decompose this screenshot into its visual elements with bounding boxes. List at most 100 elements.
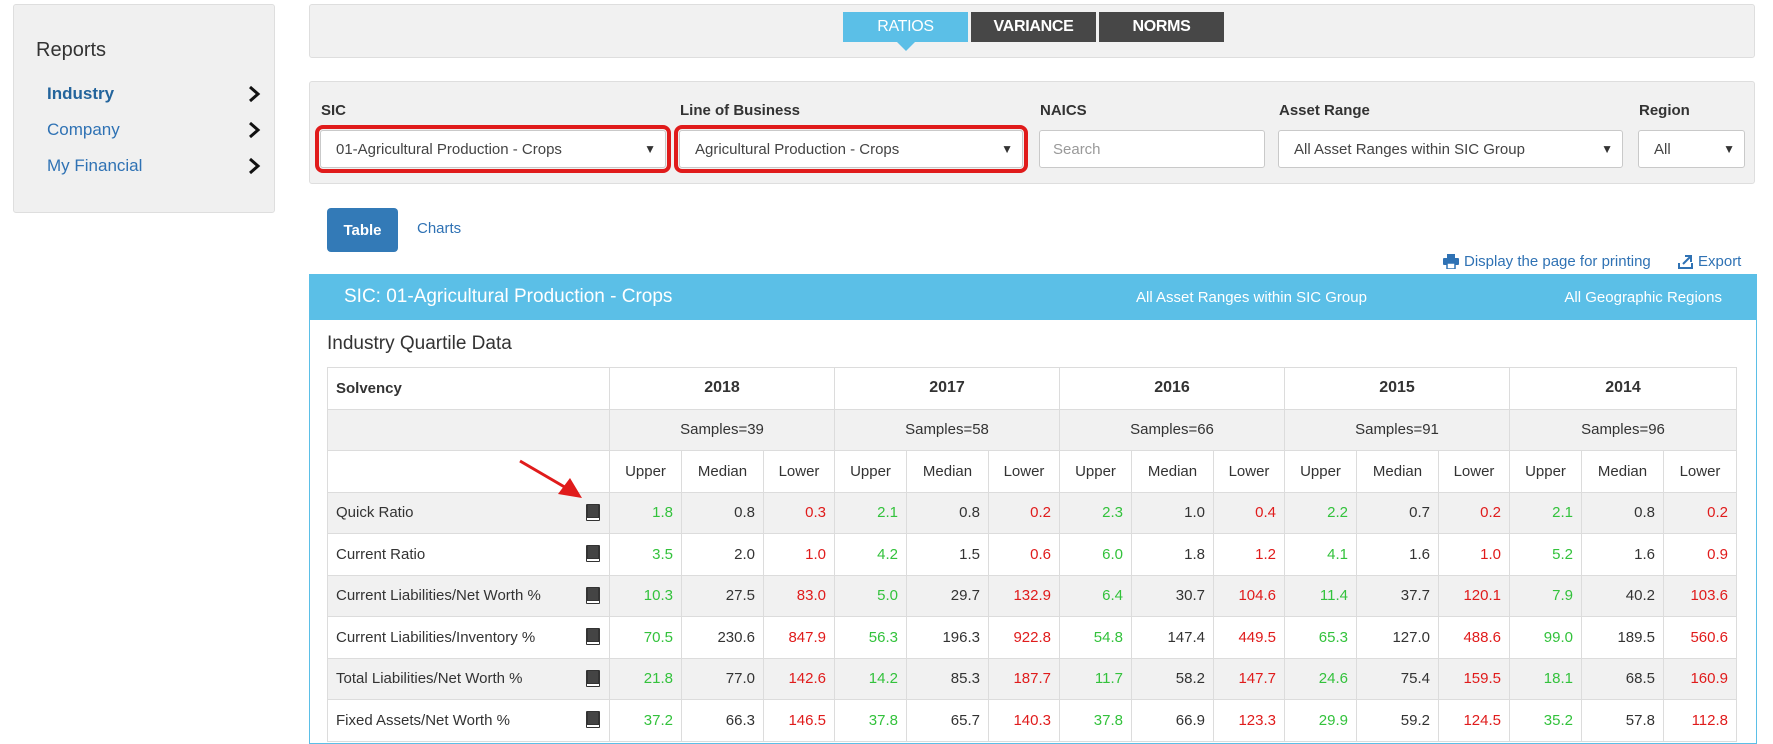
quartile-header: Upper [834,450,907,493]
row-label: Current Ratio [336,545,426,563]
tab-norms[interactable]: NORMS [1099,12,1224,42]
median-value: 1.6 [1356,533,1439,576]
table-row: Current Ratio 3.5 2.0 1.0 4.2 1.5 0.6 6.0 1.8 1.2… [327,533,1737,576]
lower-value: 142.6 [763,657,835,700]
sidebar-item-label: Industry [47,84,115,103]
row-label-cell: Current Liabilities/Net Worth % [327,574,610,617]
lower-value: 103.6 [1663,574,1737,617]
sidebar-item-industry[interactable]: Industry [47,81,262,107]
report-asset-range: All Asset Ranges within SIC Group [1136,289,1367,306]
upper-value: 4.1 [1284,533,1357,576]
reports-sidebar: Reports Industry Company My Financial [13,4,275,213]
median-value: 75.4 [1356,657,1439,700]
median-value: 1.0 [1131,491,1214,534]
book-icon[interactable] [586,669,600,687]
upper-value: 11.7 [1059,657,1132,700]
naics-search-field[interactable] [1039,130,1265,168]
book-icon[interactable] [586,545,600,562]
sidebar-item-company[interactable]: Company [47,117,262,143]
book-icon[interactable] [586,711,600,728]
quartile-header: Median [1356,450,1439,493]
lower-value: 83.0 [763,574,835,617]
median-value: 230.6 [681,616,764,659]
table-view-button[interactable]: Table [327,208,398,252]
quartile-header: Median [1581,450,1664,493]
table-row: Total Liabilities/Net Worth % 21.8 77.0 142… [327,657,1737,700]
book-icon[interactable] [586,503,600,521]
asset-range-value: All Asset Ranges within SIC Group [1294,140,1525,158]
chevron-right-icon [249,85,261,103]
row-label-cell: Fixed Assets/Net Worth % [327,699,610,742]
sidebar-item-label: Company [47,120,120,139]
naics-search-input[interactable] [1053,140,1264,158]
median-value: 0.8 [1581,491,1664,534]
book-icon[interactable] [586,586,600,604]
asset-range-label: Asset Range [1279,102,1370,119]
chevron-right-icon [249,121,261,139]
median-value: 147.4 [1131,616,1214,659]
quartile-table: Solvency 2018 2017 2016 2015 2014 Samples=39 Sa… [327,367,1737,742]
table-row: Current Liabilities/Inventory % 70.5 230.6… [327,616,1737,659]
lower-value: 160.9 [1663,657,1737,700]
median-value: 2.0 [681,533,764,576]
sidebar-item-label: My Financial [47,156,143,175]
tab-variance[interactable]: VARIANCE [971,12,1096,42]
lower-value: 159.5 [1438,657,1510,700]
median-value: 196.3 [906,616,989,659]
row-label-cell: Current Liabilities/Inventory % [327,616,610,659]
print-page-link[interactable]: Display the page for printing [1443,253,1651,270]
caret-down-icon: ▼ [1001,142,1013,156]
charts-view-link[interactable]: Charts [417,220,461,237]
line-of-business-select[interactable]: Agricultural Production - Crops ▼ [674,125,1028,173]
median-value: 0.7 [1356,491,1439,534]
upper-value: 5.2 [1509,533,1582,576]
table-row: Fixed Assets/Net Worth % 37.2 66.3 146.5 37.… [327,699,1737,742]
lower-value: 847.9 [763,616,835,659]
median-value: 29.7 [906,574,989,617]
samples-cell: Samples=91 [1284,408,1510,451]
median-value: 58.2 [1131,657,1214,700]
print-page-label: Display the page for printing [1464,253,1651,270]
quartile-header: Median [1131,450,1214,493]
median-value: 57.8 [1581,699,1664,742]
samples-cell: Samples=66 [1059,408,1285,451]
tab-ratios[interactable]: RATIOS [843,12,968,51]
row-label-cell: Current Ratio [327,533,610,576]
upper-value: 37.8 [1059,699,1132,742]
report-sic-title: SIC: 01-Agricultural Production - Crops [344,286,673,307]
region-select[interactable]: All ▼ [1638,130,1745,168]
lower-value: 488.6 [1438,616,1510,659]
lower-value: 124.5 [1438,699,1510,742]
year-header: 2018 [609,367,835,410]
caret-down-icon: ▼ [1601,142,1613,156]
lower-value: 187.7 [988,657,1060,700]
year-header: 2015 [1284,367,1510,410]
sic-select-value: 01-Agricultural Production - Crops [336,140,562,158]
row-label: Total Liabilities/Net Worth % [336,670,523,688]
printer-icon [1443,254,1459,269]
median-value: 0.8 [681,491,764,534]
lower-value: 0.6 [988,533,1060,576]
median-value: 37.7 [1356,574,1439,617]
sidebar-item-my-financial[interactable]: My Financial [47,153,262,179]
samples-row: Samples=39 Samples=58 Samples=66 Samples=91… [327,408,1737,451]
sic-select[interactable]: 01-Agricultural Production - Crops ▼ [315,125,671,173]
samples-row-spacer [327,408,610,451]
upper-value: 11.4 [1284,574,1357,617]
book-icon[interactable] [586,628,600,645]
report-type-tabs: RATIOS VARIANCE NORMS [309,4,1755,58]
row-label: Quick Ratio [336,504,414,522]
median-value: 85.3 [906,657,989,700]
upper-value: 99.0 [1509,616,1582,659]
asset-range-select[interactable]: All Asset Ranges within SIC Group ▼ [1278,130,1623,168]
caret-down-icon: ▼ [644,142,656,156]
export-link[interactable]: Export [1678,253,1741,270]
quartile-header: Upper [1284,450,1357,493]
year-header: 2014 [1509,367,1737,410]
row-label: Current Liabilities/Net Worth % [336,587,541,605]
row-label: Fixed Assets/Net Worth % [336,711,510,729]
lower-value: 560.6 [1663,616,1737,659]
samples-cell: Samples=58 [834,408,1060,451]
lower-value: 0.2 [988,491,1060,534]
median-value: 127.0 [1356,616,1439,659]
